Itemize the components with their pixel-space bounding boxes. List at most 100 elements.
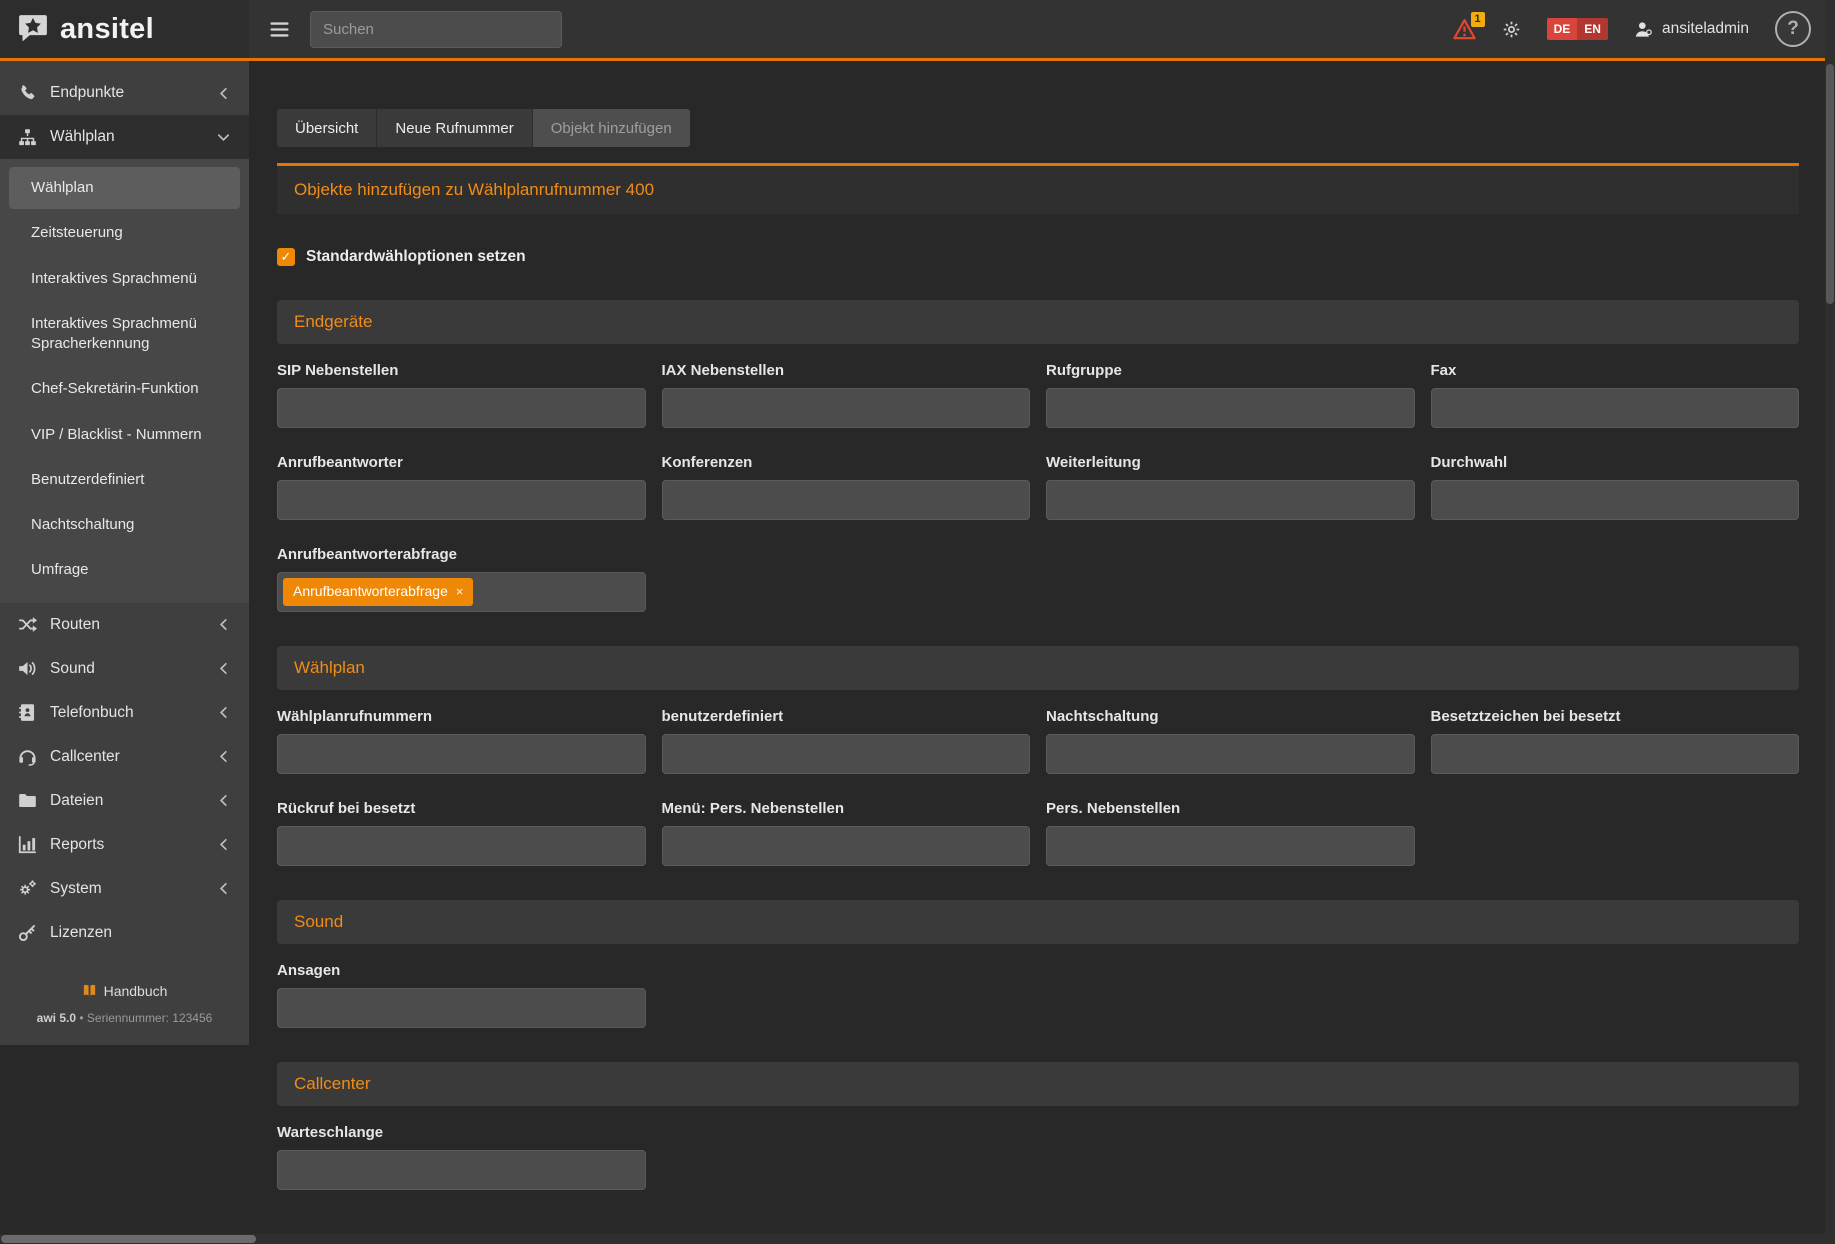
gear-icon bbox=[1502, 20, 1521, 39]
topbar: ansitel 1 DE EN a bbox=[0, 0, 1835, 61]
submenu-item-benutzerdefiniert[interactable]: Benutzerdefiniert bbox=[9, 459, 240, 501]
chevron-left-icon bbox=[216, 793, 231, 808]
waehlplan-fields: Wählplanrufnummern benutzerdefiniert Nac… bbox=[277, 708, 1799, 866]
field-label: Fax bbox=[1431, 362, 1800, 379]
sidebar-item-label: Sound bbox=[50, 660, 95, 678]
sidebar-item-sound[interactable]: Sound bbox=[0, 647, 249, 691]
field-besetztzeichen: Besetztzeichen bei besetzt bbox=[1431, 708, 1800, 774]
topbar-right: 1 DE EN ansiteladmin ? bbox=[1453, 11, 1811, 47]
vertical-scrollbar-thumb[interactable] bbox=[1826, 64, 1834, 304]
section-title-callcenter: Callcenter bbox=[277, 1062, 1799, 1106]
sidebar: Endpunkte Wählplan Wählplan Zeitsteuerun… bbox=[0, 61, 249, 1045]
waehlplan-submenu: Wählplan Zeitsteuerung Interaktives Spra… bbox=[0, 159, 249, 603]
headset-icon bbox=[18, 747, 37, 766]
endgeraete-fields: SIP Nebenstellen IAX Nebenstellen Rufgru… bbox=[277, 362, 1799, 612]
submenu-item-waehlplan[interactable]: Wählplan bbox=[9, 167, 240, 209]
ansagen-input[interactable] bbox=[277, 988, 646, 1028]
sidebar-item-dateien[interactable]: Dateien bbox=[0, 779, 249, 823]
book-icon bbox=[82, 983, 97, 998]
field-label: Rufgruppe bbox=[1046, 362, 1415, 379]
iax-nebenstellen-input[interactable] bbox=[662, 388, 1031, 428]
sidebar-item-label: Lizenzen bbox=[50, 924, 112, 942]
pers-nebenstellen-input[interactable] bbox=[1046, 826, 1415, 866]
standard-options-checkbox[interactable]: ✓ bbox=[277, 248, 295, 266]
field-label: Pers. Nebenstellen bbox=[1046, 800, 1415, 817]
menue-pers-nebenstellen-input[interactable] bbox=[662, 826, 1031, 866]
topbar-main: 1 DE EN ansiteladmin ? bbox=[249, 0, 1835, 58]
field-pers-nebenstellen: Pers. Nebenstellen bbox=[1046, 800, 1415, 866]
field-waehlplanrufnummern: Wählplanrufnummern bbox=[277, 708, 646, 774]
lang-de-button[interactable]: DE bbox=[1547, 18, 1578, 40]
sidebar-item-callcenter[interactable]: Callcenter bbox=[0, 735, 249, 779]
user-menu[interactable]: ansiteladmin bbox=[1634, 20, 1749, 39]
chevron-left-icon bbox=[216, 661, 231, 676]
durchwahl-input[interactable] bbox=[1431, 480, 1800, 520]
sidebar-item-endpunkte[interactable]: Endpunkte bbox=[0, 71, 249, 115]
horizontal-scrollbar-thumb[interactable] bbox=[1, 1235, 256, 1243]
field-label: Wählplanrufnummern bbox=[277, 708, 646, 725]
tab-uebersicht[interactable]: Übersicht bbox=[277, 109, 377, 147]
field-label: Warteschlange bbox=[277, 1124, 646, 1141]
field-menue-pers-nebenstellen: Menü: Pers. Nebenstellen bbox=[662, 800, 1031, 866]
submenu-item-zeitsteuerung[interactable]: Zeitsteuerung bbox=[9, 212, 240, 254]
settings-gear-button[interactable] bbox=[1502, 20, 1521, 39]
sidebar-item-telefonbuch[interactable]: Telefonbuch bbox=[0, 691, 249, 735]
sidebar-footer: awi 5.0 • Seriennummer: 123456 bbox=[0, 1011, 249, 1025]
sidebar-item-lizenzen[interactable]: Lizenzen bbox=[0, 911, 249, 955]
konferenzen-input[interactable] bbox=[662, 480, 1031, 520]
sidebar-item-label: Endpunkte bbox=[50, 84, 124, 102]
submenu-item-vip-blacklist[interactable]: VIP / Blacklist - Nummern bbox=[9, 414, 240, 456]
sidebar-item-reports[interactable]: Reports bbox=[0, 823, 249, 867]
alert-count-badge: 1 bbox=[1471, 12, 1485, 27]
tag-remove-icon[interactable]: × bbox=[456, 585, 464, 599]
sip-nebenstellen-input[interactable] bbox=[277, 388, 646, 428]
waehlplanrufnummern-input[interactable] bbox=[277, 734, 646, 774]
app-logo[interactable]: ansitel bbox=[0, 0, 249, 58]
field-label: Anrufbeantworter bbox=[277, 454, 646, 471]
sidebar-item-system[interactable]: System bbox=[0, 867, 249, 911]
sidebar-item-label: Callcenter bbox=[50, 748, 120, 766]
anrufbeantworter-input[interactable] bbox=[277, 480, 646, 520]
submenu-item-chef-sekretaerin[interactable]: Chef-Sekretärin-Funktion bbox=[9, 368, 240, 410]
submenu-item-sprachmenue-spracherkennung[interactable]: Interaktives Sprachmenü Spracherkennung bbox=[9, 303, 240, 366]
tab-neue-rufnummer[interactable]: Neue Rufnummer bbox=[377, 109, 532, 147]
chevron-left-icon bbox=[216, 749, 231, 764]
chevron-left-icon bbox=[216, 86, 231, 101]
vertical-scrollbar[interactable] bbox=[1825, 0, 1835, 1244]
submenu-item-nachtschaltung[interactable]: Nachtschaltung bbox=[9, 504, 240, 546]
sitemap-icon bbox=[18, 128, 37, 147]
key-icon bbox=[18, 923, 37, 942]
sidebar-item-label: Routen bbox=[50, 616, 100, 634]
tab-objekt-hinzufuegen[interactable]: Objekt hinzufügen bbox=[533, 109, 690, 147]
search-input[interactable] bbox=[310, 11, 562, 48]
rueckruf-bei-besetzt-input[interactable] bbox=[277, 826, 646, 866]
alerts-button[interactable]: 1 bbox=[1453, 18, 1476, 41]
field-warteschlange: Warteschlange bbox=[277, 1124, 646, 1190]
besetztzeichen-input[interactable] bbox=[1431, 734, 1800, 774]
field-rueckruf-bei-besetzt: Rückruf bei besetzt bbox=[277, 800, 646, 866]
field-label: Rückruf bei besetzt bbox=[277, 800, 646, 817]
sidebar-item-routen[interactable]: Routen bbox=[0, 603, 249, 647]
sidebar-item-waehlplan[interactable]: Wählplan bbox=[0, 115, 249, 159]
main-content: Übersicht Neue Rufnummer Objekt hinzufüg… bbox=[249, 61, 1835, 1244]
app-screen: ansitel 1 DE EN a bbox=[0, 0, 1835, 1244]
help-button[interactable]: ? bbox=[1775, 11, 1811, 47]
nachtschaltung-input[interactable] bbox=[1046, 734, 1415, 774]
hamburger-menu-button[interactable] bbox=[269, 19, 290, 40]
horizontal-scrollbar[interactable] bbox=[0, 1234, 1825, 1244]
field-label: Ansagen bbox=[277, 962, 646, 979]
warteschlange-input[interactable] bbox=[277, 1150, 646, 1190]
fax-input[interactable] bbox=[1431, 388, 1800, 428]
lang-en-button[interactable]: EN bbox=[1577, 18, 1608, 40]
tag-label: Anrufbeantworterabfrage bbox=[293, 584, 448, 599]
benutzerdefiniert-input[interactable] bbox=[662, 734, 1031, 774]
handbuch-link[interactable]: Handbuch bbox=[0, 983, 249, 999]
weiterleitung-input[interactable] bbox=[1046, 480, 1415, 520]
anrufbeantworterabfrage-input[interactable]: Anrufbeantworterabfrage × bbox=[277, 572, 646, 612]
shuffle-icon bbox=[18, 615, 37, 634]
field-ansagen: Ansagen bbox=[277, 962, 646, 1028]
rufgruppe-input[interactable] bbox=[1046, 388, 1415, 428]
selected-tag[interactable]: Anrufbeantworterabfrage × bbox=[283, 578, 473, 605]
submenu-item-interaktives-sprachmenue[interactable]: Interaktives Sprachmenü bbox=[9, 258, 240, 300]
submenu-item-umfrage[interactable]: Umfrage bbox=[9, 549, 240, 591]
